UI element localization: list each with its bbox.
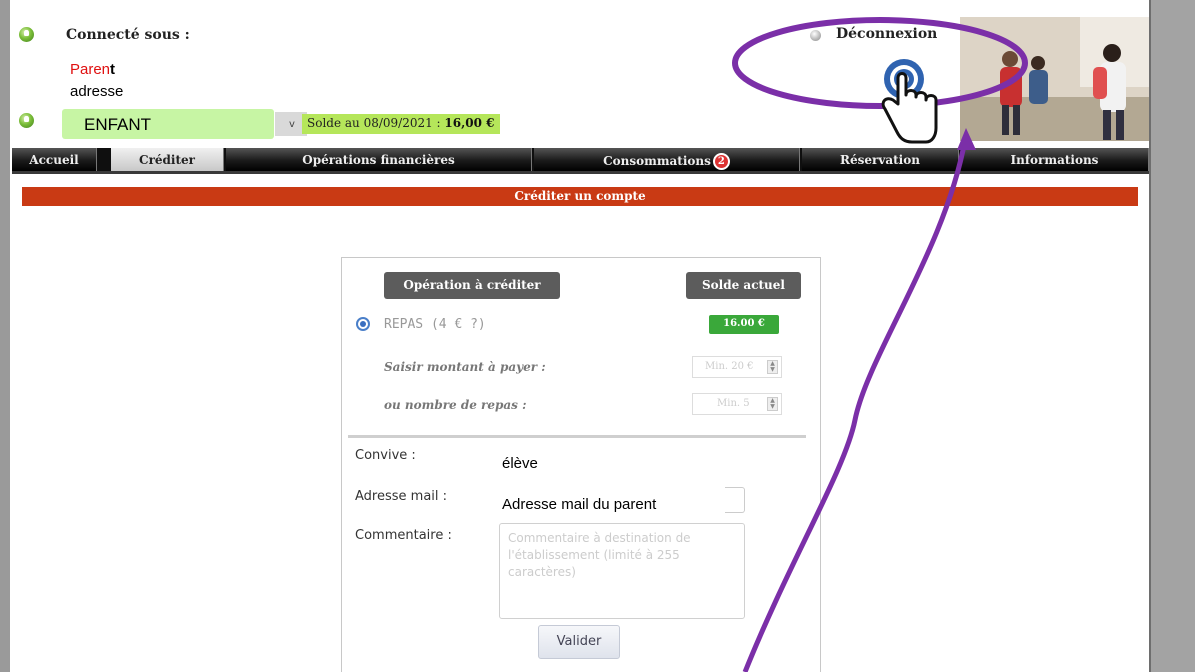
operation-column-header: Opération à créditer <box>384 272 560 299</box>
notification-badge: 2 <box>712 153 730 170</box>
main-nav: Accueil Créditer Opérations financières … <box>12 148 1149 174</box>
students-photo-illustration <box>960 17 1149 141</box>
user-status-icon <box>19 27 34 42</box>
repas-option-label: REPAS (4 € ?) <box>384 317 486 332</box>
parent-address: adresse <box>70 83 124 100</box>
left-window-border <box>0 0 10 672</box>
form-divider <box>348 435 806 438</box>
logout-icon <box>810 30 821 41</box>
spinner-icon[interactable]: ▲ ▼ <box>767 397 778 411</box>
child-status-icon <box>19 113 34 128</box>
comment-textarea[interactable]: Commentaire à destination de l'établisse… <box>499 523 745 619</box>
amount-input[interactable]: Min. 20 € ▲ ▼ <box>692 356 782 378</box>
email-label: Adresse mail : <box>355 489 448 504</box>
header-photo <box>960 17 1149 141</box>
tab-consommations[interactable]: Consommations 2 <box>534 148 800 171</box>
tab-accueil[interactable]: Accueil <box>12 148 97 171</box>
balance-summary: Solde au 08/09/2021 : 16,00 € <box>302 114 500 134</box>
email-field[interactable]: Adresse mail du parent <box>502 496 656 513</box>
tab-crediter[interactable]: Créditer <box>111 148 224 171</box>
meals-input[interactable]: Min. 5 ▲ ▼ <box>692 393 782 415</box>
parent-name: Parent <box>70 61 116 78</box>
balance-column-header: Solde actuel <box>686 272 801 299</box>
child-select[interactable]: ENFANT <box>62 109 274 139</box>
submit-button[interactable]: Valider <box>538 625 620 659</box>
amount-label: Saisir montant à payer : <box>384 360 546 374</box>
guest-label: Convive : <box>355 448 416 463</box>
tab-reservation[interactable]: Réservation <box>802 148 959 171</box>
spinner-icon[interactable]: ▲ ▼ <box>767 360 778 374</box>
hand-pointer-icon <box>881 59 938 144</box>
current-balance-badge: 16.00 € <box>709 315 779 334</box>
tab-informations[interactable]: Informations <box>961 148 1149 171</box>
guest-value: élève <box>502 455 538 472</box>
right-window-border <box>1149 0 1151 672</box>
meals-label: ou nombre de repas : <box>384 398 527 412</box>
logout-label: Déconnexion <box>836 26 938 42</box>
comment-label: Commentaire : <box>355 528 452 543</box>
repas-radio[interactable] <box>356 317 370 331</box>
tab-operations-financieres[interactable]: Opérations financières <box>226 148 532 171</box>
connected-label: Connecté sous : <box>66 27 190 43</box>
section-title: Créditer un compte <box>22 187 1138 206</box>
right-window-gutter <box>1150 0 1195 672</box>
email-field-border <box>725 487 745 513</box>
